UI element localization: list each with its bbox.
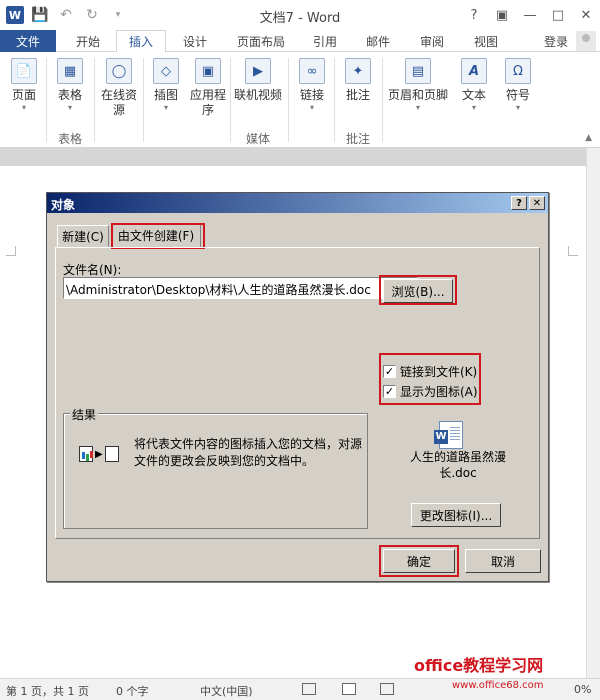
zoom-level[interactable]: 0% <box>574 683 591 696</box>
change-icon-button[interactable]: 更改图标(I)... <box>411 503 501 527</box>
link-button[interactable]: ∞ 链接 ▾ <box>292 58 332 126</box>
comment-button[interactable]: ✦ 批注 <box>338 58 378 126</box>
quick-access-toolbar: W 💾 ↶ ↻ ▾ <box>6 5 128 25</box>
avatar[interactable] <box>576 31 596 51</box>
site-url-watermark: www.office68.com <box>452 680 544 691</box>
page-icon: 📄 <box>11 58 37 84</box>
tab-mailings[interactable]: 邮件 <box>352 30 404 52</box>
embed-icon: ▶ <box>79 446 119 462</box>
close-icon[interactable]: ✕ <box>572 0 600 30</box>
redo-icon[interactable]: ↻ <box>82 5 102 25</box>
file-icon <box>104 446 119 462</box>
site-watermark: office教程学习网 <box>414 656 544 675</box>
word-count[interactable]: 0 个字 <box>116 683 149 699</box>
highlight-box <box>379 275 457 305</box>
chevron-down-icon: ▾ <box>309 103 314 112</box>
text-button[interactable]: A 文本 ▾ <box>454 58 494 126</box>
word-logo-icon: W <box>6 6 24 24</box>
title-bar: W 💾 ↶ ↻ ▾ 文档7 - Word ? ▣ — □ ✕ <box>0 0 600 30</box>
chevron-down-icon: ▾ <box>415 103 420 112</box>
minimize-icon[interactable]: — <box>516 0 544 30</box>
arrow-right-icon: ▶ <box>95 448 103 460</box>
chevron-down-icon: ▾ <box>67 103 72 112</box>
online-source-icon: ◯ <box>106 58 132 84</box>
cancel-button[interactable]: 取消 <box>465 549 541 573</box>
tab-insert[interactable]: 插入 <box>116 30 166 53</box>
undo-icon[interactable]: ↶ <box>56 5 76 25</box>
illustration-button[interactable]: ◇ 插图 ▾ <box>146 58 186 126</box>
dialog-title-bar: 对象 ? ✕ <box>47 193 548 213</box>
tab-references[interactable]: 引用 <box>300 30 350 52</box>
save-icon[interactable]: 💾 <box>30 5 50 25</box>
vertical-scrollbar[interactable] <box>586 148 600 678</box>
chevron-down-icon: ▾ <box>471 103 476 112</box>
web-layout-icon[interactable] <box>380 683 394 695</box>
chevron-down-icon: ▾ <box>163 103 168 112</box>
tab-new[interactable]: 新建(C) <box>57 225 109 247</box>
highlight-box <box>111 223 205 249</box>
text-icon: A <box>461 58 487 84</box>
read-mode-icon[interactable] <box>302 683 316 695</box>
online-video-button[interactable]: ▶ 联机视频 <box>232 58 284 126</box>
login-link[interactable]: 登录 <box>544 33 568 50</box>
link-icon: ∞ <box>299 58 325 84</box>
print-layout-icon[interactable] <box>342 683 356 695</box>
dialog-title: 对象 <box>51 198 76 212</box>
group-label-comments: 批注 <box>346 132 371 146</box>
tab-file[interactable]: 文件 <box>0 30 56 52</box>
chart-icon <box>79 446 93 462</box>
apps-button[interactable]: ▣ 应用程 序 <box>186 58 230 126</box>
chevron-down-icon: ▾ <box>21 103 26 112</box>
crop-mark <box>568 246 578 256</box>
online-source-button[interactable]: ◯ 在线资 源 <box>97 58 141 126</box>
dialog-help-button[interactable]: ? <box>511 196 527 210</box>
symbol-button[interactable]: Ω 符号 ▾ <box>498 58 538 126</box>
object-dialog: 对象 ? ✕ 新建(C) 由文件创建(F) 文件名(N): \Administr… <box>46 192 549 582</box>
chevron-down-icon: ▾ <box>515 103 520 112</box>
maximize-icon[interactable]: □ <box>544 0 572 30</box>
language-indicator[interactable]: 中文(中国) <box>200 683 253 699</box>
result-title: 结果 <box>70 406 99 423</box>
illustration-icon: ◇ <box>153 58 179 84</box>
apps-icon: ▣ <box>195 58 221 84</box>
word-document-icon <box>434 421 463 449</box>
icon-caption: 人生的道路虽然漫长.doc <box>409 450 506 480</box>
customize-icon[interactable]: ▾ <box>108 5 128 25</box>
header-footer-icon: ▤ <box>405 58 431 84</box>
filename-input[interactable]: \Administrator\Desktop\材料\人生的道路虽然漫长.doc <box>63 277 418 299</box>
tab-view[interactable]: 视图 <box>460 30 512 52</box>
filename-label: 文件名(N): <box>63 263 122 277</box>
result-group: 结果 ▶ 将代表文件内容的图标插入您的文档，对源文件的更改会反映到您的文档中。 <box>63 406 368 529</box>
page-count[interactable]: 第 1 页，共 1 页 <box>6 683 89 699</box>
highlight-box <box>379 545 459 577</box>
comment-icon: ✦ <box>345 58 371 84</box>
video-icon: ▶ <box>245 58 271 84</box>
crop-mark <box>6 246 16 256</box>
dialog-close-button[interactable]: ✕ <box>529 196 545 210</box>
tab-page-layout[interactable]: 页面布局 <box>226 30 296 52</box>
group-label-media: 媒体 <box>246 132 271 146</box>
table-icon: ▦ <box>57 58 83 84</box>
header-footer-button[interactable]: ▤ 页眉和页脚 ▾ <box>386 58 450 126</box>
restore-icon[interactable]: ▣ <box>488 0 516 30</box>
highlight-box <box>379 353 481 405</box>
tab-review[interactable]: 审阅 <box>406 30 458 52</box>
window-controls: ? ▣ — □ ✕ <box>460 0 600 30</box>
ribbon-tabs: 文件 开始 插入 设计 页面布局 引用 邮件 审阅 视图 登录 <box>0 30 600 53</box>
tab-home[interactable]: 开始 <box>60 30 116 52</box>
page-button[interactable]: 📄 页面 ▾ <box>4 58 44 126</box>
group-label-table: 表格 <box>58 132 83 146</box>
tab-design[interactable]: 设计 <box>168 30 222 52</box>
result-text: 将代表文件内容的图标插入您的文档，对源文件的更改会反映到您的文档中。 <box>134 437 363 468</box>
omega-icon: Ω <box>505 58 531 84</box>
collapse-ribbon-icon[interactable]: ▲ <box>585 133 592 143</box>
help-icon[interactable]: ? <box>460 0 488 30</box>
table-button[interactable]: ▦ 表格 ▾ <box>50 58 90 126</box>
ribbon: 📄 页面 ▾ ▦ 表格 ▾ 表格 ◯ 在线资 源 ◇ 插图 ▾ ▣ 应用程 序 … <box>0 52 600 148</box>
